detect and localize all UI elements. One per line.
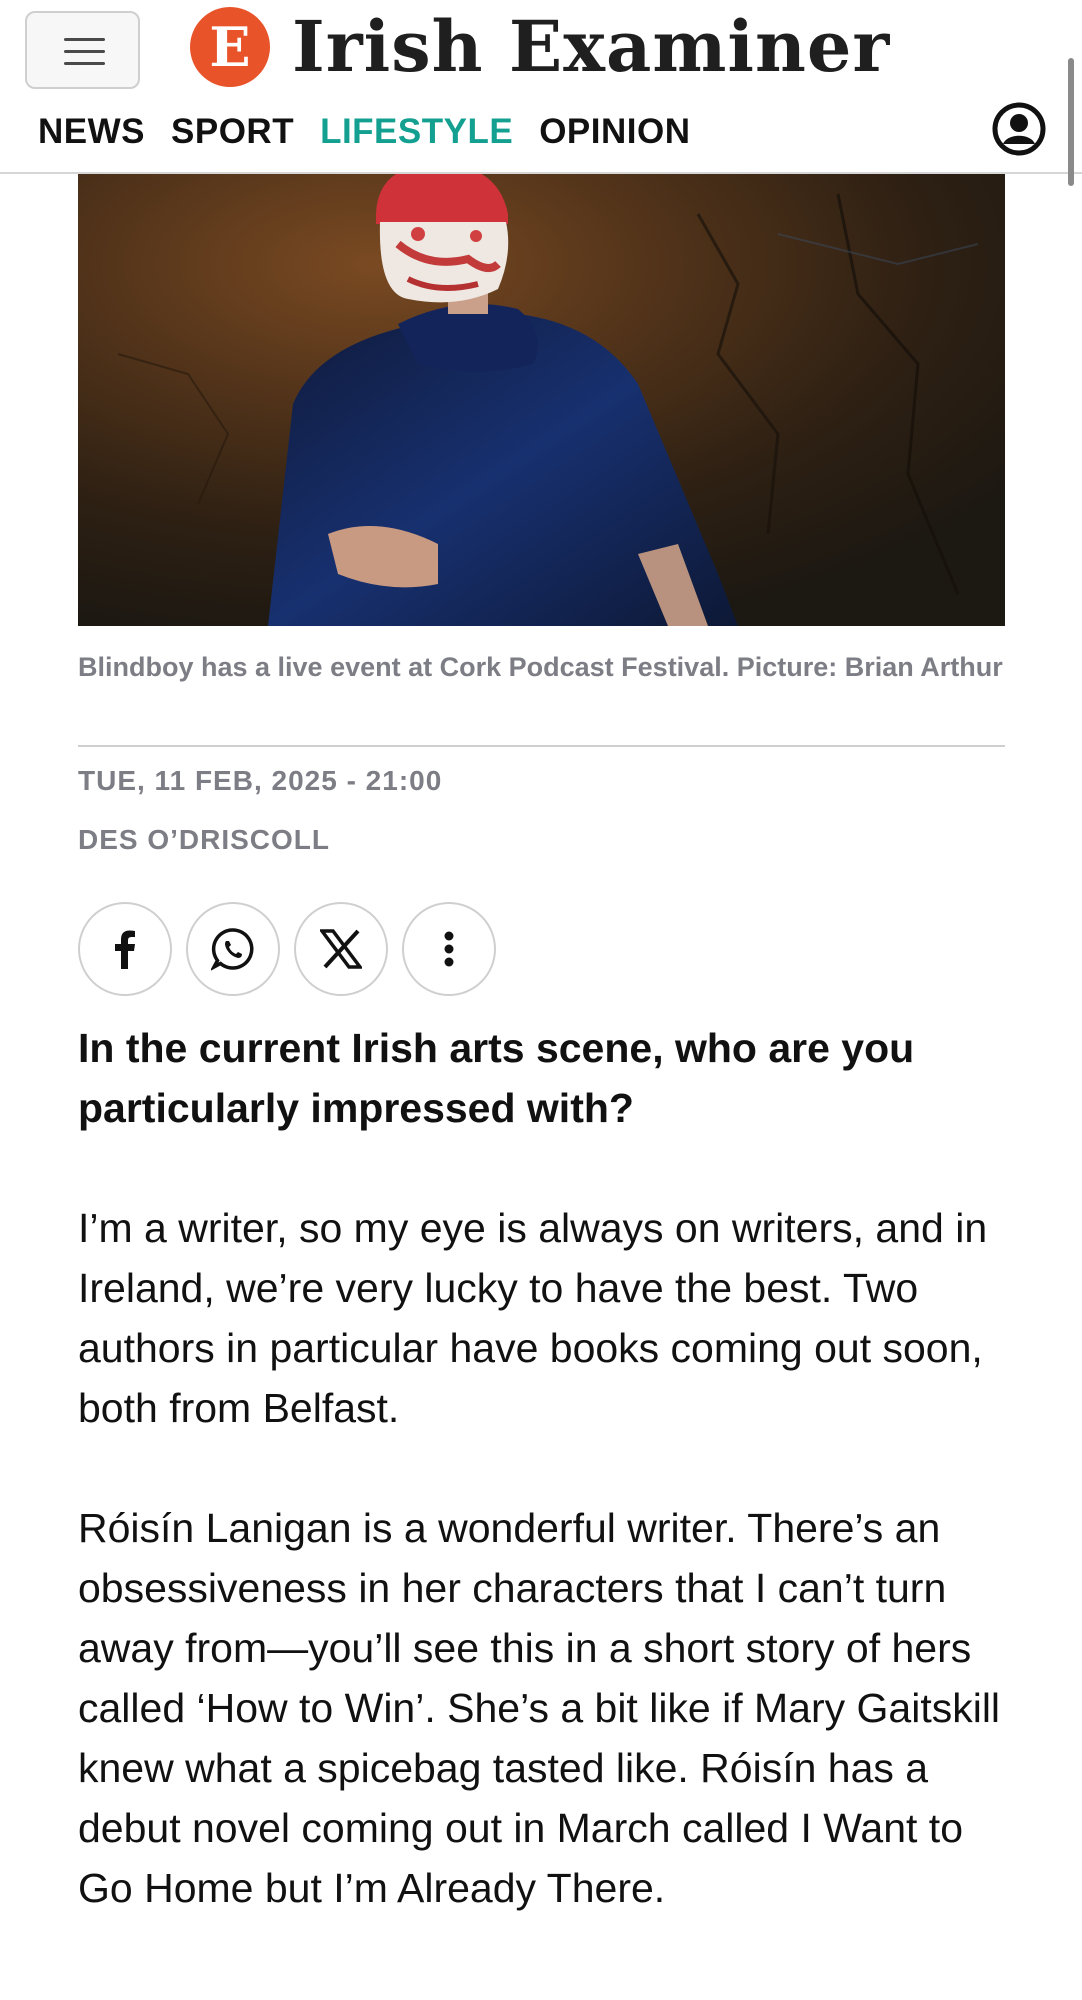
site-header: E Irish Examiner NEWS SPORT LIFESTYLE OP… [0,0,1082,174]
nav-news[interactable]: NEWS [38,112,145,152]
whatsapp-icon [211,928,254,971]
hamburger-line [64,38,105,41]
article-paragraph: I’m a writer, so my eye is always on wri… [78,1205,988,1431]
share-x-button[interactable] [294,902,388,996]
divider [78,745,1005,747]
nav-lifestyle[interactable]: LIFESTYLE [320,112,513,152]
scrollbar-thumb[interactable] [1068,58,1074,186]
nav-sport[interactable]: SPORT [171,112,294,152]
logo-letter: E [209,15,251,79]
facebook-icon [115,930,135,969]
hero-caption: Blindboy has a live event at Cork Podcas… [78,652,1003,682]
share-more-button[interactable] [402,902,496,996]
interview-question: In the current Irish arts scene, who are… [78,1025,915,1131]
logo-wordmark: Irish Examiner [292,5,891,88]
site-logo[interactable]: E Irish Examiner [190,4,890,90]
hamburger-line [64,50,105,53]
share-buttons [78,902,496,996]
logo-badge: E [190,7,270,87]
publish-date: TUE, 11 FEB, 2025 - 21:00 [78,765,443,796]
author-name[interactable]: DES O’DRISCOLL [78,824,330,856]
article-paragraph: Róisín Lanigan is a wonderful writer. Th… [78,1505,1001,1911]
share-whatsapp-button[interactable] [186,902,280,996]
account-icon[interactable] [992,102,1046,156]
hero-photo [78,174,1005,626]
hero-image [78,174,1005,626]
share-facebook-button[interactable] [78,902,172,996]
more-vertical-icon [444,931,454,967]
section-nav: NEWS SPORT LIFESTYLE OPINION [38,112,691,152]
nav-opinion[interactable]: OPINION [539,112,690,152]
x-icon [320,929,362,969]
menu-button[interactable] [25,11,140,89]
hamburger-line [64,62,105,65]
